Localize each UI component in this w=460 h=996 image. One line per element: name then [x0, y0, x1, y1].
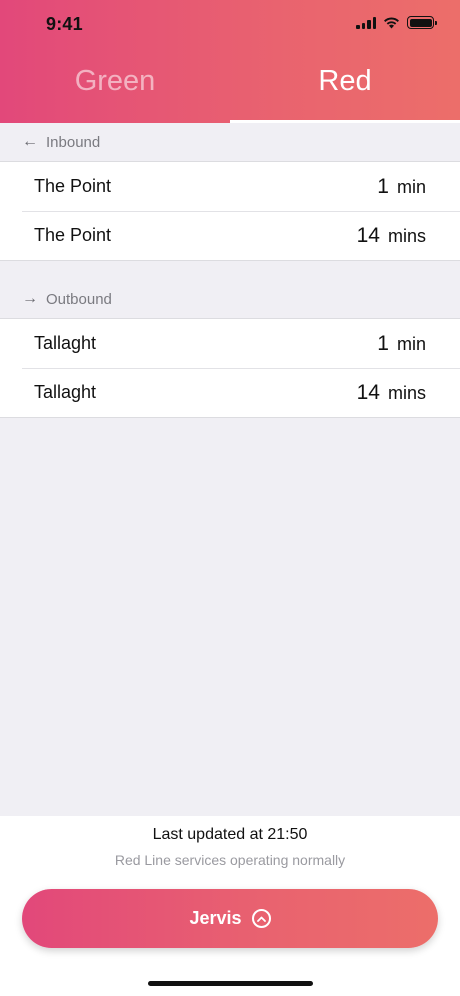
last-updated: Last updated at 21:50 [152, 826, 308, 843]
due-unit: mins [387, 382, 426, 403]
cellular-signal-icon [356, 16, 376, 29]
due-number: 14 [356, 223, 380, 247]
inbound-list: The Point 1 min The Point 14 mins [0, 161, 460, 261]
due-time: 1 min [377, 332, 426, 356]
due-number: 1 [377, 331, 389, 355]
tab-green[interactable]: Green [0, 56, 230, 123]
destination: Tallaght [34, 382, 97, 402]
inbound-label: Inbound [46, 133, 101, 151]
status-bar: 9:41 [0, 0, 460, 50]
due-time: 14 mins [357, 381, 426, 405]
due-number: 1 [377, 174, 389, 198]
tab-red[interactable]: Red [230, 56, 460, 123]
destination: The Point [34, 176, 112, 196]
due-time: 1 min [377, 175, 426, 199]
destination: The Point [34, 225, 112, 245]
list-item[interactable]: The Point 14 mins [0, 211, 460, 260]
arrow-right-icon: → [22, 290, 38, 307]
service-status: Red Line services operating normally [114, 852, 346, 868]
home-indicator [148, 981, 313, 986]
status-icons [356, 16, 437, 29]
wifi-icon [384, 17, 399, 29]
arrow-left-icon: ← [22, 133, 38, 150]
due-unit: mins [387, 225, 426, 246]
chevron-up-circle-icon [251, 909, 271, 928]
list-item[interactable]: Tallaght 1 min [0, 319, 460, 368]
stop-button-label: Jervis [189, 908, 242, 928]
outbound-list: Tallaght 1 min Tallaght 14 mins [0, 318, 460, 418]
inbound-section-header: ← Inbound [0, 123, 460, 161]
line-tabs: Green Red [0, 56, 460, 123]
list-item[interactable]: Tallaght 14 mins [0, 368, 460, 417]
destination: Tallaght [34, 333, 97, 353]
stop-selector-button[interactable]: Jervis [22, 889, 438, 948]
footer: Last updated at 21:50 Red Line services … [0, 816, 460, 996]
due-time: 14 mins [357, 224, 426, 248]
due-unit: min [396, 176, 426, 197]
status-time: 9:41 [46, 14, 83, 34]
list-item[interactable]: The Point 1 min [0, 162, 460, 211]
due-unit: min [396, 333, 426, 354]
header: 9:41 Green Red [0, 0, 460, 123]
battery-icon [407, 16, 437, 29]
outbound-section-header: → Outbound [0, 280, 460, 318]
outbound-label: Outbound [46, 290, 112, 308]
due-number: 14 [356, 380, 380, 404]
